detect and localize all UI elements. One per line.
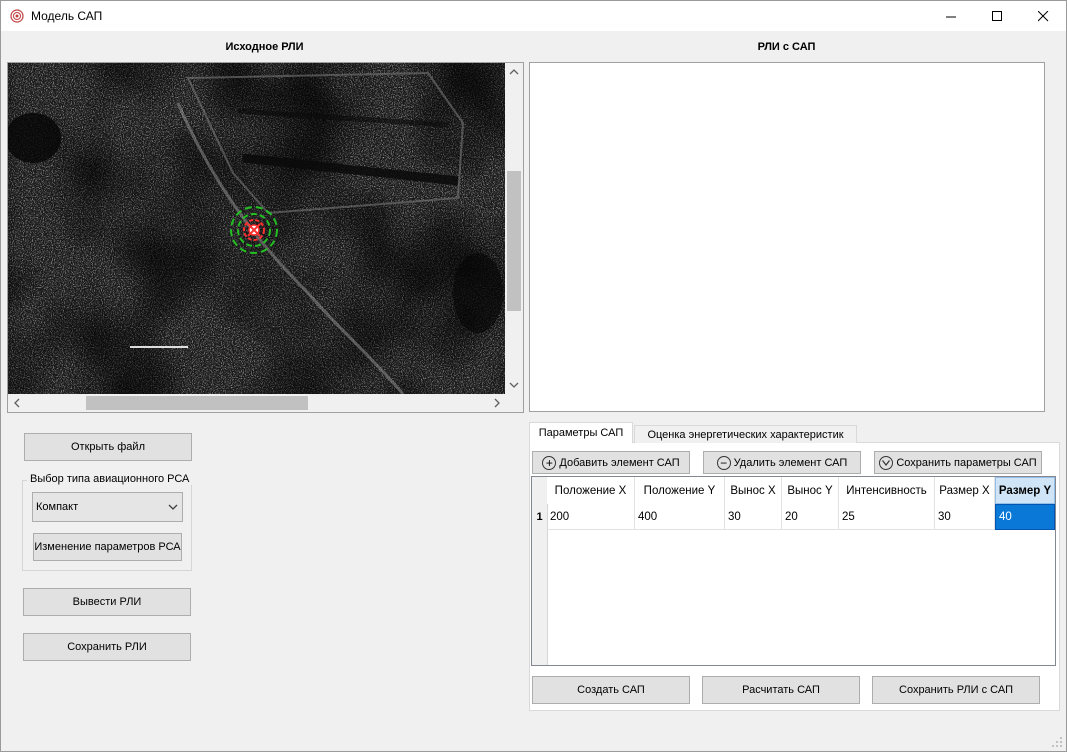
horizontal-scrollbar[interactable] — [8, 394, 505, 412]
add-sap-element-label: Добавить элемент САП — [559, 456, 680, 469]
remove-sap-element-label: Удалить элемент САП — [733, 456, 848, 469]
table-cell[interactable]: 25 — [839, 504, 935, 530]
table-cell[interactable]: 20 — [782, 504, 839, 530]
maximize-icon — [991, 10, 1002, 21]
tab-sap-params[interactable]: Параметры САП — [529, 422, 633, 443]
radar-type-select[interactable]: Компакт — [32, 492, 183, 522]
column-header[interactable]: Интенсивность — [839, 477, 935, 504]
change-radar-params-button[interactable]: Изменение параметров РСА — [33, 533, 182, 561]
scroll-left-icon[interactable] — [13, 398, 21, 408]
close-button[interactable] — [1020, 1, 1066, 31]
save-sap-params-label: Сохранить параметры САП — [896, 456, 1037, 469]
title-bar[interactable]: Модель САП — [1, 1, 1066, 31]
sar-image[interactable] — [8, 63, 505, 394]
column-header[interactable]: Размер X — [935, 477, 995, 504]
radar-type-value: Компакт — [36, 501, 79, 513]
maximize-button[interactable] — [974, 1, 1020, 31]
column-header[interactable]: Вынос X — [725, 477, 782, 504]
source-image-heading: Исходное РЛИ — [225, 41, 304, 53]
source-image-panel — [7, 62, 524, 413]
sar-image-canvas — [8, 63, 505, 394]
window-title: Модель САП — [31, 9, 103, 23]
table-cell[interactable]: 400 — [635, 504, 725, 530]
minimize-icon — [945, 16, 956, 17]
column-header[interactable]: Положение Y — [635, 477, 725, 504]
row-number: 1 — [536, 511, 543, 523]
sap-params-table: Положение X Положение Y Вынос X Вынос Y … — [531, 476, 1056, 666]
tab-energy-estimation[interactable]: Оценка энергетических характеристик — [634, 425, 857, 443]
chevron-down-circle-icon — [879, 455, 894, 470]
vertical-scroll-thumb[interactable] — [507, 171, 521, 311]
radar-type-group-label: Выбор типа авиационного РСА — [27, 473, 193, 485]
horizontal-scroll-thumb[interactable] — [86, 396, 308, 410]
radar-icon — [10, 9, 24, 23]
table-cell-selected[interactable]: 40 — [995, 504, 1055, 530]
show-image-button[interactable]: Вывести РЛИ — [23, 588, 191, 616]
result-image-panel — [529, 62, 1045, 412]
vertical-scrollbar[interactable] — [505, 63, 523, 394]
main-window: Модель САП Исходное РЛИ РЛИ с САП Открыт… — [0, 0, 1067, 752]
column-header-selected[interactable]: Размер Y — [995, 477, 1055, 504]
create-sap-button[interactable]: Создать САП — [532, 676, 690, 704]
calculate-sap-button[interactable]: Расчитать САП — [702, 676, 860, 704]
save-image-button[interactable]: Сохранить РЛИ — [23, 633, 191, 661]
remove-sap-element-button[interactable]: − Удалить элемент САП — [703, 451, 861, 474]
scroll-right-icon[interactable] — [493, 398, 501, 408]
minimize-button[interactable] — [928, 1, 974, 31]
table-cell[interactable]: 30 — [725, 504, 782, 530]
scroll-up-icon[interactable] — [509, 68, 519, 76]
result-image-heading: РЛИ с САП — [757, 41, 816, 53]
scroll-down-icon[interactable] — [509, 381, 519, 389]
save-image-with-sap-button[interactable]: Сохранить РЛИ с САП — [872, 676, 1040, 704]
open-file-button[interactable]: Открыть файл — [24, 433, 192, 461]
chevron-down-icon — [168, 504, 178, 510]
plus-icon: + — [542, 455, 557, 470]
table-cell[interactable]: 200 — [547, 504, 635, 530]
column-header[interactable]: Вынос Y — [782, 477, 839, 504]
resize-grip-icon[interactable] — [1051, 736, 1063, 748]
add-sap-element-button[interactable]: + Добавить элемент САП — [532, 451, 690, 474]
close-icon — [1037, 10, 1048, 21]
table-cell[interactable]: 30 — [935, 504, 995, 530]
column-header[interactable]: Положение X — [547, 477, 635, 504]
scroll-corner — [505, 394, 523, 412]
save-sap-params-button[interactable]: Сохранить параметры САП — [874, 451, 1042, 474]
minus-icon: − — [716, 455, 731, 470]
